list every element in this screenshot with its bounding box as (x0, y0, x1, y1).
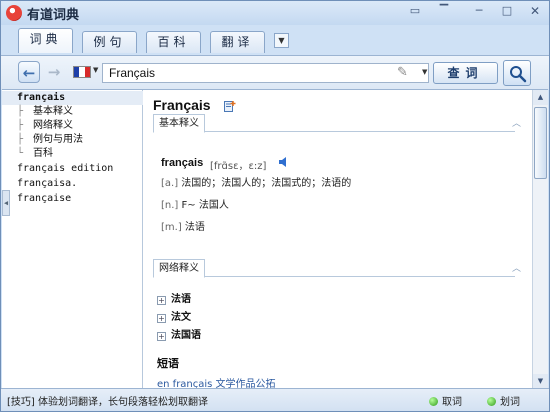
web-definition-item[interactable]: + 法语 (157, 290, 191, 305)
part-of-speech: [a.] (161, 178, 179, 189)
tree-item-label: 基本释义 (33, 106, 73, 117)
tab-translate[interactable]: 翻译 (210, 31, 265, 53)
web-definition-item[interactable]: + 法文 (157, 308, 191, 323)
part-of-speech: [n.] (161, 200, 179, 211)
collapse-sidebar-handle[interactable]: ◀ (2, 190, 10, 216)
lookup-button[interactable]: 查词 (433, 62, 498, 84)
tree-item-basic[interactable]: ├ 基本释义 (2, 105, 143, 119)
app-title: 有道词典 (27, 8, 80, 23)
tree-item-examples[interactable]: ├ 例句与用法 (2, 133, 143, 147)
french-flag-icon (73, 66, 91, 78)
tree-item-encyclopedia[interactable]: └ 百科 (2, 147, 143, 161)
web-definition-header: 网络释义 ︿ (153, 259, 521, 278)
magnifier-icon (510, 66, 527, 83)
definition-text: 法国的；法国人的；法国式的；法语的 (181, 178, 352, 189)
maximize-button[interactable]: □ (497, 3, 517, 19)
scroll-down-icon[interactable]: ▼ (533, 374, 548, 389)
tree-item-web[interactable]: ├ 网络释义 (2, 119, 143, 133)
phrase-link[interactable]: en français 文学作品公拓 (157, 375, 276, 389)
part-of-speech: [m.] (161, 222, 182, 233)
handwriting-pen-icon[interactable]: ✎ (397, 65, 415, 81)
speaker-icon[interactable] (278, 156, 290, 168)
capture-word-toggle[interactable]: 取词 (429, 393, 462, 408)
scroll-up-icon[interactable]: ▲ (533, 90, 548, 105)
tree-item-label: 网络释义 (33, 120, 73, 131)
select-word-toggle[interactable]: 划词 (487, 393, 520, 408)
definition-line: [m.] 法语 (161, 218, 205, 233)
scroll-thumb[interactable] (534, 107, 547, 179)
list-item[interactable]: françaisa. (2, 177, 143, 191)
phrases-heading: 短语 (157, 357, 179, 370)
add-to-wordbook-icon[interactable] (224, 100, 236, 112)
status-dot-icon (487, 397, 496, 406)
web-definition-item[interactable]: + 法国语 (157, 326, 201, 341)
flag-stripe-red (84, 67, 90, 77)
forward-button[interactable]: → (43, 61, 65, 83)
tree-branch: └ (17, 148, 24, 159)
tab-dictionary[interactable]: 词典 (18, 28, 73, 53)
list-item[interactable]: français (2, 91, 143, 105)
web-definition-tab[interactable]: 网络释义 (153, 259, 205, 278)
basic-definition-tab[interactable]: 基本释义 (153, 114, 205, 133)
app-window: 有道词典 ▭ ▔ ─ □ ✕ 词典 例句 百科 翻译 ▼ ← → ▼ ✎ ▼ 查… (0, 0, 550, 412)
tree-item-label: 例句与用法 (33, 134, 83, 145)
search-button[interactable] (503, 60, 531, 86)
status-dot-icon (429, 397, 438, 406)
definition-line: [n.] F~ 法国人 (161, 196, 229, 211)
status-bar: [技巧] 体验划词翻译，长句段落轻松划取翻译 取词 划词 (1, 388, 549, 411)
definition-text: 法语 (184, 222, 205, 233)
status-label: 划词 (500, 397, 520, 408)
tree-branch: ├ (17, 134, 24, 145)
expand-plus-icon[interactable]: + (157, 296, 166, 305)
collapse-caret-icon[interactable]: ︿ (512, 116, 521, 129)
collapse-caret-icon[interactable]: ︿ (512, 261, 521, 274)
expand-plus-icon[interactable]: + (157, 314, 166, 323)
mini-mode-button[interactable]: ▭ (405, 3, 425, 19)
search-toolbar: ← → ▼ ✎ ▼ 查词 (1, 55, 549, 89)
headword: français (161, 157, 204, 169)
expand-plus-icon[interactable]: + (157, 332, 166, 341)
vertical-scrollbar[interactable]: ▲ ▼ (532, 90, 548, 389)
result-list: français ├ 基本释义 ├ 网络释义 ├ 例句与用法 └ 百科 français… (2, 90, 143, 389)
minimize-button[interactable]: ─ (469, 3, 489, 19)
entry-title: Français (153, 97, 211, 113)
definition-panel: Français 基本释义 ︿ français [frɑ̃sɛ，ɛ:z] [a… (144, 90, 548, 389)
list-item[interactable]: française (2, 192, 143, 206)
status-label: 取词 (442, 397, 462, 408)
phonetic: [frɑ̃sɛ，ɛ:z] (210, 161, 267, 172)
content-area: français ├ 基本释义 ├ 网络释义 ├ 例句与用法 └ 百科 français… (2, 89, 548, 389)
back-button[interactable]: ← (18, 61, 40, 83)
search-input[interactable] (102, 63, 429, 83)
tip-text: [技巧] 体验划词翻译，长句段落轻松划取翻译 (7, 397, 208, 408)
pin-button[interactable]: ▔ (434, 3, 454, 19)
tab-encyclopedia[interactable]: 百科 (146, 31, 201, 53)
web-item-label: 法语 (171, 294, 191, 305)
tab-bar: 词典 例句 百科 翻译 ▼ (1, 27, 549, 55)
tree-branch: ├ (17, 106, 24, 117)
tabs-more-dropdown[interactable]: ▼ (274, 33, 289, 48)
basic-definition-header: 基本释义 ︿ (153, 114, 521, 133)
chevron-down-icon: ▼ (93, 66, 99, 74)
tab-examples[interactable]: 例句 (82, 31, 137, 53)
title-bar: 有道词典 ▭ ▔ ─ □ ✕ (1, 1, 549, 25)
close-button[interactable]: ✕ (525, 3, 545, 19)
language-selector[interactable]: ▼ (71, 63, 101, 82)
definition-line: [a.] 法国的；法国人的；法国式的；法语的 (161, 174, 351, 189)
web-item-label: 法文 (171, 312, 191, 323)
youdao-logo-icon (6, 5, 22, 21)
tree-item-label: 百科 (33, 148, 53, 159)
search-history-dropdown[interactable]: ▼ (422, 68, 427, 76)
web-item-label: 法国语 (171, 330, 201, 341)
tree-branch: ├ (17, 120, 24, 131)
definition-text: F~ 法国人 (181, 200, 229, 211)
list-item[interactable]: français edition (2, 162, 143, 176)
